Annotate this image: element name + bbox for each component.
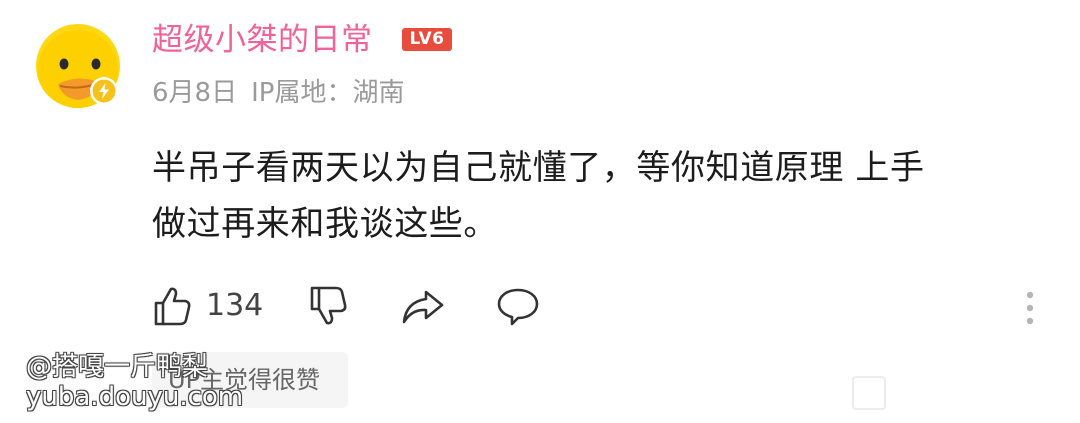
level-badge: LV6 xyxy=(402,28,452,51)
more-button[interactable] xyxy=(1024,290,1036,326)
action-bar: 134 xyxy=(0,282,1080,330)
dislike-button[interactable] xyxy=(308,282,348,330)
comment-line: 半吊子看两天以为自己就懂了，等你知道原理 上手 xyxy=(152,148,925,188)
like-button[interactable]: 134 xyxy=(152,282,263,330)
author-liked-tag: UP主觉得很赞 xyxy=(152,352,348,408)
thumbs-down-icon xyxy=(310,286,347,325)
verified-badge xyxy=(89,76,119,106)
ip-location: IP属地：湖南 xyxy=(251,78,405,108)
more-vertical-icon xyxy=(1026,291,1034,325)
thumbs-up-icon xyxy=(154,287,191,326)
like-count: 134 xyxy=(206,288,264,323)
comment-card: 超级小桀的日常 LV6 6月8日 IP属地：湖南 半吊子看两天以为自己就懂了，等你… xyxy=(0,0,1080,423)
comment-content: 半吊子看两天以为自己就懂了，等你知道原理 上手 做过再来和我谈这些。 xyxy=(152,140,1042,252)
platform-watermark-icon xyxy=(852,376,886,410)
share-button[interactable] xyxy=(400,282,446,330)
username[interactable]: 超级小桀的日常 xyxy=(152,18,373,62)
comment-icon xyxy=(497,288,539,326)
comment-date: 6月8日 xyxy=(152,78,238,108)
share-icon xyxy=(402,290,444,324)
lightning-badge-icon xyxy=(90,77,118,105)
comment-meta: 6月8日 IP属地：湖南 xyxy=(152,74,404,112)
comment-line: 做过再来和我谈这些。 xyxy=(152,204,498,244)
reply-button[interactable] xyxy=(496,282,540,330)
